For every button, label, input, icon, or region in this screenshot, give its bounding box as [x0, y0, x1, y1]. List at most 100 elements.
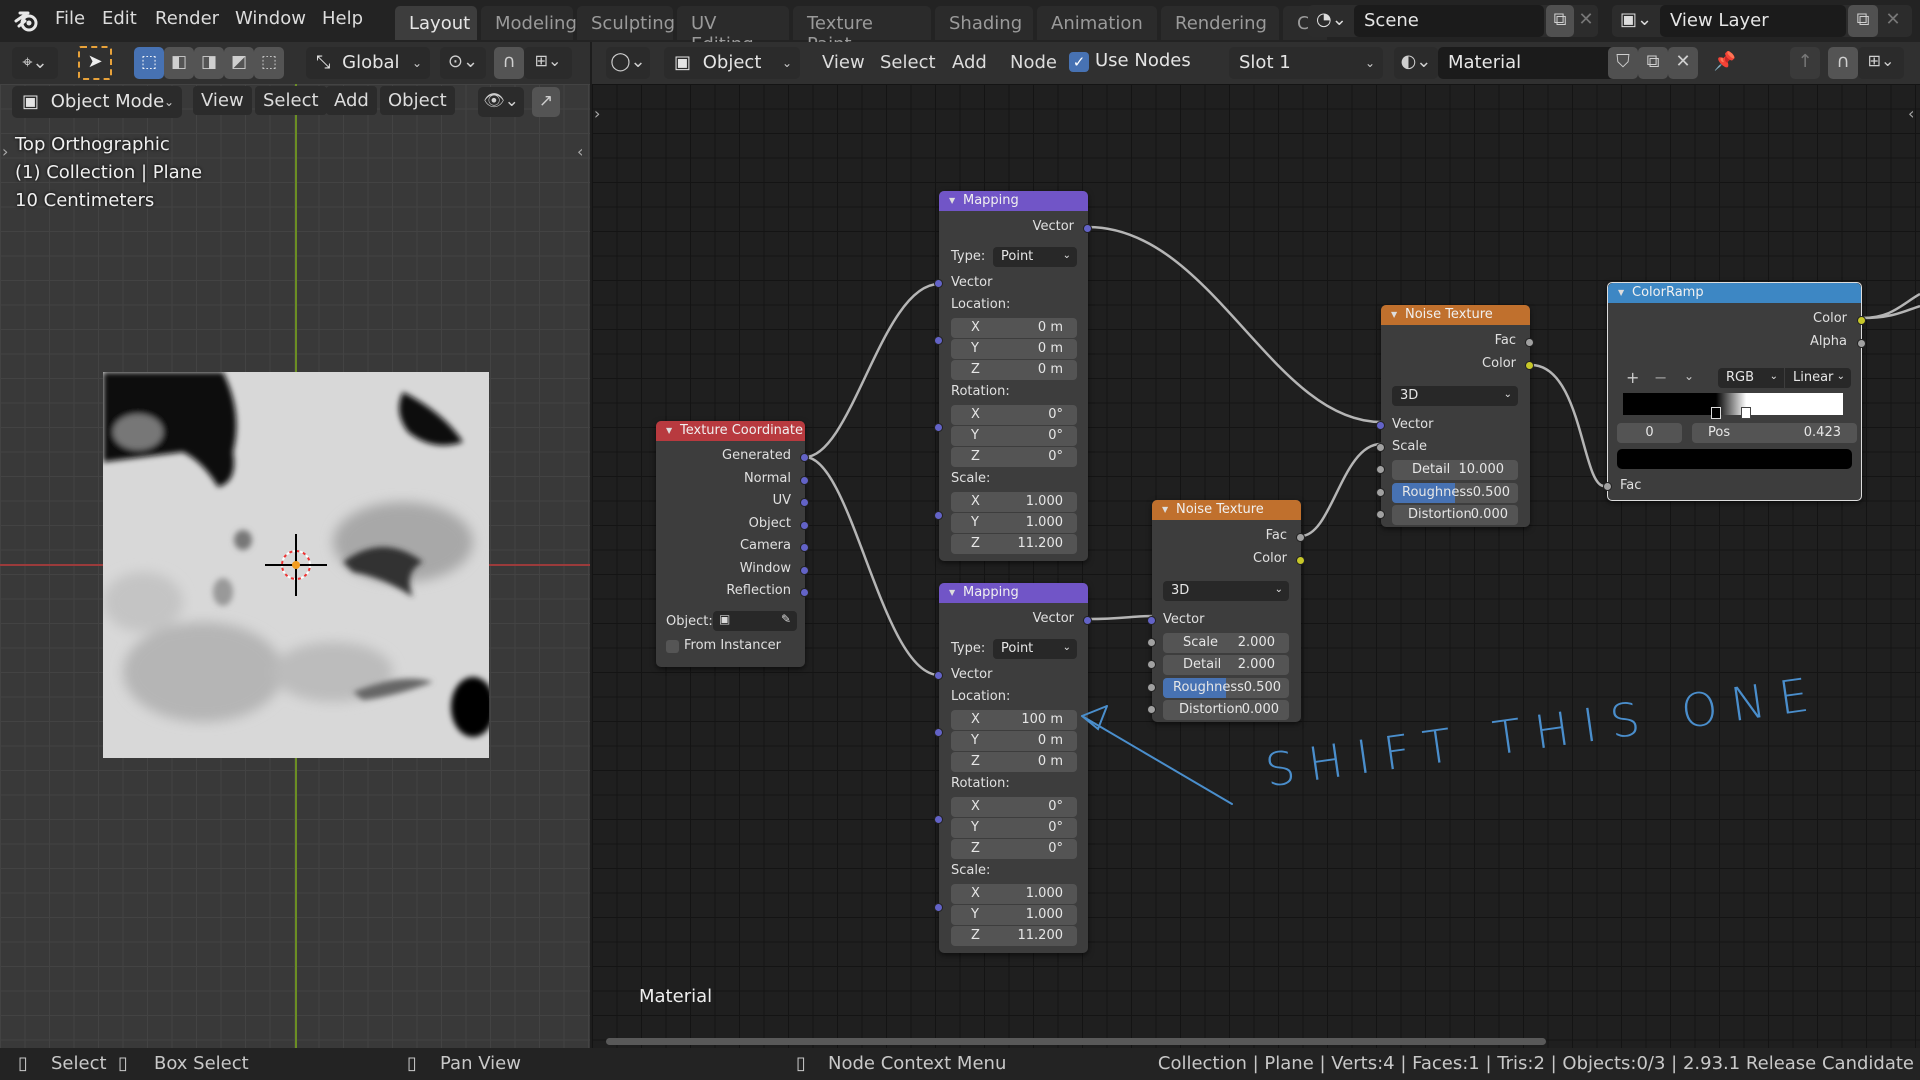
object-mode-dropdown[interactable]: ▣ Object Mode ⌄	[12, 86, 182, 118]
socket-normal[interactable]	[800, 476, 809, 485]
scale-x[interactable]: X 1.000	[951, 884, 1077, 904]
socket-roughness-in[interactable]	[1376, 488, 1385, 497]
visibility-icon[interactable]: 👁⌄	[478, 87, 524, 117]
socket-camera[interactable]	[800, 543, 809, 552]
location-x[interactable]: X0 m	[951, 318, 1077, 338]
rotation-z[interactable]: Z 0°	[951, 447, 1077, 467]
expand-toolbar-icon[interactable]: ›	[2, 142, 8, 161]
menu-file[interactable]: File	[55, 8, 85, 29]
view-layer-icon[interactable]: ▣⌄	[1620, 9, 1652, 30]
node-header[interactable]: Mapping	[939, 191, 1088, 211]
node-snap-element-icon[interactable]: ⊞⌄	[1858, 47, 1904, 79]
menu-edit[interactable]: Edit	[102, 8, 137, 29]
shader-type-dropdown[interactable]: ▣ Object ⌄	[664, 47, 800, 79]
viewport-menu-select[interactable]: Select	[255, 86, 327, 115]
node-colorramp[interactable]: ColorRamp Color Alpha + − ⌄ RGB⌄ Linear⌄…	[1603, 282, 1866, 501]
delete-view-layer-icon[interactable]: ✕	[1878, 5, 1908, 37]
tab-sculpting[interactable]: Sculpting	[577, 6, 675, 40]
textured-plane[interactable]	[103, 372, 489, 758]
socket-fac-out[interactable]	[1525, 338, 1534, 347]
ramp-stop-black[interactable]	[1711, 407, 1722, 419]
material-browse-icon[interactable]: ◐⌄	[1394, 47, 1438, 79]
scene-name-field[interactable]: Scene	[1354, 5, 1544, 37]
socket-vector-out[interactable]	[1083, 616, 1092, 625]
socket-location[interactable]	[934, 336, 943, 345]
location-y[interactable]: Y0 m	[951, 731, 1077, 751]
node-editor-type-icon[interactable]: ◯⌄	[606, 47, 650, 79]
scale-x[interactable]: X 1.000	[951, 492, 1077, 512]
menu-render[interactable]: Render	[155, 8, 219, 29]
socket-detail-in[interactable]	[1147, 660, 1156, 669]
location-x[interactable]: X 100 m	[951, 710, 1077, 730]
socket-location[interactable]	[934, 728, 943, 737]
node-editor[interactable]: › ‹ Texture Coordinate Generated Normal …	[592, 84, 1920, 1048]
stop-color-swatch[interactable]	[1617, 449, 1852, 469]
location-z[interactable]: Z0 m	[951, 360, 1077, 380]
socket-scale[interactable]	[934, 903, 943, 912]
unlink-material-icon[interactable]: ✕	[1668, 47, 1698, 79]
roughness-slider[interactable]: Roughness 0.500	[1392, 483, 1518, 503]
tab-rendering[interactable]: Rendering	[1161, 6, 1279, 40]
object-picker-field[interactable]: ▣ ✎	[713, 611, 797, 631]
type-dropdown[interactable]: Point ⌄	[993, 639, 1077, 659]
add-stop-button[interactable]: +	[1626, 368, 1639, 387]
3d-viewport[interactable]: ▣ Object Mode ⌄ View Select Add Object 👁…	[0, 84, 590, 1048]
remove-stop-button[interactable]: −	[1654, 368, 1667, 387]
scale-field[interactable]: Scale 2.000	[1163, 633, 1289, 653]
parent-node-tree-icon[interactable]: ↑	[1790, 47, 1820, 79]
snap-element-icon[interactable]: ⊞⌄	[524, 47, 572, 79]
socket-vector-in[interactable]	[934, 279, 943, 288]
rotation-z[interactable]: Z 0°	[951, 839, 1077, 859]
scale-z[interactable]: Z 11.200	[951, 926, 1077, 946]
dimensions-dropdown[interactable]: 3D ⌄	[1163, 581, 1289, 601]
select-mode-new-icon[interactable]: ⬚	[134, 47, 164, 79]
viewport-menu-add[interactable]: Add	[326, 86, 377, 115]
node-menu-node[interactable]: Node	[1002, 48, 1065, 77]
select-mode-extend-icon[interactable]: ◧	[164, 47, 194, 79]
node-menu-view[interactable]: View	[814, 48, 873, 77]
scene-icon[interactable]: ◔⌄	[1316, 9, 1347, 30]
select-mode-subtract-icon[interactable]: ◨	[194, 47, 224, 79]
socket-fac-in[interactable]	[1603, 482, 1612, 491]
pin-icon[interactable]: 📌	[1710, 47, 1740, 79]
socket-window[interactable]	[800, 566, 809, 575]
fake-user-icon[interactable]: ⛉	[1608, 47, 1638, 79]
material-slot-dropdown[interactable]: Slot 1 ⌄	[1229, 47, 1383, 79]
select-mode-invert-icon[interactable]: ◩	[224, 47, 254, 79]
select-tool-icon[interactable]: ➤	[78, 46, 112, 80]
stop-position-field[interactable]: Pos 0.423	[1692, 423, 1857, 443]
pivot-point-icon[interactable]: ⊙⌄	[440, 47, 486, 79]
socket-scale[interactable]	[934, 511, 943, 520]
socket-color-out[interactable]	[1857, 316, 1866, 325]
from-instancer-checkbox[interactable]	[666, 640, 679, 653]
tab-shading[interactable]: Shading	[935, 6, 1033, 40]
socket-scale-in[interactable]	[1376, 443, 1385, 452]
location-y[interactable]: Y0 m	[951, 339, 1077, 359]
node-mapping-2[interactable]: Mapping Vector Type: Point⌄ Vector Locat…	[934, 583, 1092, 953]
viewport-menu-view[interactable]: View	[193, 86, 252, 115]
socket-vector-in[interactable]	[1147, 616, 1156, 625]
node-texture-coordinate[interactable]: Texture Coordinate Generated Normal UV O…	[656, 421, 809, 667]
scale-y[interactable]: Y 1.000	[951, 905, 1077, 925]
node-menu-add[interactable]: Add	[944, 48, 995, 77]
tab-texture-paint[interactable]: Texture Paint	[793, 6, 931, 55]
node-mapping-1[interactable]: Mapping Vector Type: Point⌄ Vector Locat…	[934, 191, 1092, 561]
duplicate-material-icon[interactable]: ⧉	[1638, 47, 1668, 79]
node-noise-texture-1[interactable]: Noise Texture Fac Color 3D⌄ Vector Scale…	[1376, 305, 1534, 527]
socket-vector-out[interactable]	[1083, 224, 1092, 233]
rotation-y[interactable]: Y 0°	[951, 426, 1077, 446]
tab-uv-editing[interactable]: UV Editing	[677, 6, 789, 55]
location-z[interactable]: Z0 m	[951, 752, 1077, 772]
rotation-y[interactable]: Y 0°	[951, 818, 1077, 838]
new-scene-icon[interactable]: ⧉	[1546, 5, 1574, 37]
socket-fac-out[interactable]	[1296, 533, 1305, 542]
tab-modeling[interactable]: Modeling	[481, 6, 577, 40]
view-layer-name-field[interactable]: View Layer	[1660, 5, 1846, 37]
socket-alpha-out[interactable]	[1857, 339, 1866, 348]
socket-generated[interactable]	[800, 453, 809, 462]
node-header[interactable]: Texture Coordinate	[656, 421, 805, 441]
type-dropdown[interactable]: Point ⌄	[993, 247, 1077, 267]
expand-sidebar-icon[interactable]: ‹	[577, 142, 583, 161]
editor-type-icon[interactable]: ⌖⌄	[12, 47, 58, 79]
ramp-menu-icon[interactable]: ⌄	[1684, 369, 1694, 383]
